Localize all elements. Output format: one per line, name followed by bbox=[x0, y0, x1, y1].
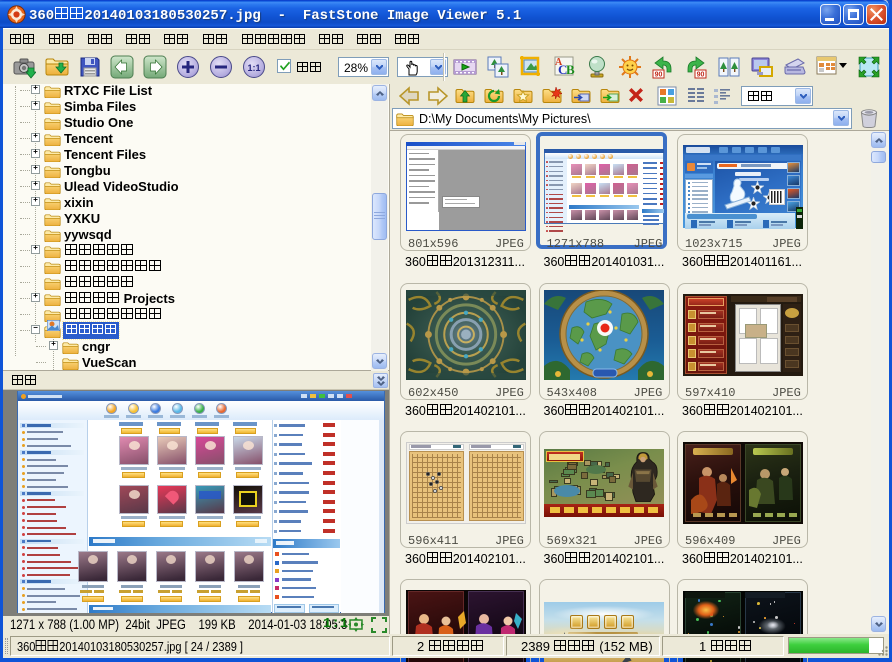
svg-text:90: 90 bbox=[697, 72, 705, 79]
svg-text:1:1: 1:1 bbox=[247, 63, 260, 73]
svg-text:B: B bbox=[566, 62, 575, 77]
svg-text:90: 90 bbox=[655, 72, 663, 79]
